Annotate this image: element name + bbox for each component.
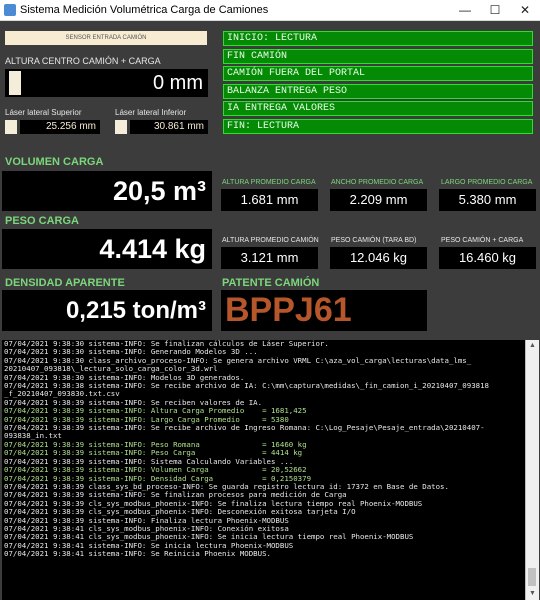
laser-superior-label: Láser lateral Superior: [5, 108, 82, 117]
altura-indicator: [9, 71, 21, 95]
status-fin-camion: FIN CAMIÓN: [223, 48, 533, 64]
laser-inferior-label: Láser lateral Inferior: [115, 108, 187, 117]
largo-promedio-carga-label: LARGO PROMEDIO CARGA: [441, 179, 533, 186]
log-line: 07/04/2021 9:38:39 sistema-INFO: Se reci…: [4, 423, 485, 433]
volumen-carga-label: VOLUMEN CARGA: [5, 156, 104, 168]
window-title: Sistema Medición Volumétrica Carga de Ca…: [20, 4, 269, 16]
laser-inferior-indicator: [115, 120, 127, 134]
scroll-thumb[interactable]: [528, 568, 536, 586]
peso-camion-carga-value: 16.460 kg: [439, 247, 536, 269]
app-icon: [4, 4, 16, 16]
peso-camion-tara-label: PESO CAMIÓN (TARA BD): [331, 237, 417, 244]
peso-carga-value: 4.414 kg: [2, 229, 212, 269]
volumen-carga-value: 20,5 m³: [2, 171, 212, 211]
laser-superior-indicator: [5, 120, 17, 134]
altura-centro-display: 0 mm: [5, 69, 208, 97]
status-balanza-peso: BALANZA ENTREGA PESO: [223, 83, 533, 99]
scroll-up-arrow-icon[interactable]: ▲: [526, 340, 539, 352]
ancho-promedio-carga-label: ANCHO PROMEDIO CARGA: [331, 179, 424, 186]
altura-promedio-camion-value: 3.121 mm: [221, 247, 318, 269]
minimize-button[interactable]: —: [450, 0, 480, 20]
laser-inferior-value: 30.861 mm: [130, 120, 208, 134]
status-list: INICIO: LECTURA FIN CAMIÓN CAMIÓN FUERA …: [223, 31, 533, 137]
altura-centro-label: ALTURA CENTRO CAMIÓN + CARGA: [5, 56, 161, 66]
status-ia-valores: IA ENTREGA VALORES: [223, 101, 533, 117]
ancho-promedio-carga-value: 2.209 mm: [330, 189, 427, 211]
status-inicio-lectura: INICIO: LECTURA: [223, 31, 533, 46]
densidad-aparente-label: DENSIDAD APARENTE: [5, 277, 125, 289]
altura-centro-value: 0 mm: [153, 72, 203, 94]
laser-superior-value: 25.256 mm: [20, 120, 100, 134]
densidad-aparente-value: 0,215 ton/m³: [2, 290, 212, 331]
maximize-button[interactable]: ☐: [480, 0, 510, 20]
altura-promedio-camion-label: ALTURA PROMEDIO CAMIÓN: [222, 237, 319, 244]
peso-camion-tara-value: 12.046 kg: [330, 247, 427, 269]
close-button[interactable]: ✕: [510, 0, 540, 20]
altura-promedio-carga-value: 1.681 mm: [221, 189, 318, 211]
scroll-down-arrow-icon[interactable]: ▼: [526, 588, 539, 600]
patente-camion-value: BPPJ61: [221, 290, 427, 331]
log-scrollbar[interactable]: ▲ ▼: [525, 340, 539, 600]
main-panel: SENSOR ENTRADA CAMIÓN ALTURA CENTRO CAMI…: [0, 21, 540, 600]
largo-promedio-carga-value: 5.380 mm: [439, 189, 536, 211]
patente-camion-label: PATENTE CAMIÓN: [222, 277, 320, 289]
title-bar: Sistema Medición Volumétrica Carga de Ca…: [0, 0, 540, 21]
status-camion-fuera: CAMIÓN FUERA DEL PORTAL: [223, 66, 533, 82]
log-line: 07/04/2021 9:38:41 sistema-INFO: Se Rein…: [4, 549, 271, 559]
peso-carga-label: PESO CARGA: [5, 215, 79, 227]
altura-promedio-carga-label: ALTURA PROMEDIO CARGA: [222, 179, 316, 186]
sensor-entrada-label: SENSOR ENTRADA CAMIÓN: [5, 31, 207, 45]
status-fin-lectura: FIN: LECTURA: [223, 118, 533, 134]
log-console[interactable]: 07/04/2021 9:38:30 sistema-INFO: Se fina…: [2, 340, 525, 600]
peso-camion-carga-label: PESO CAMIÓN + CARGA: [441, 237, 524, 244]
